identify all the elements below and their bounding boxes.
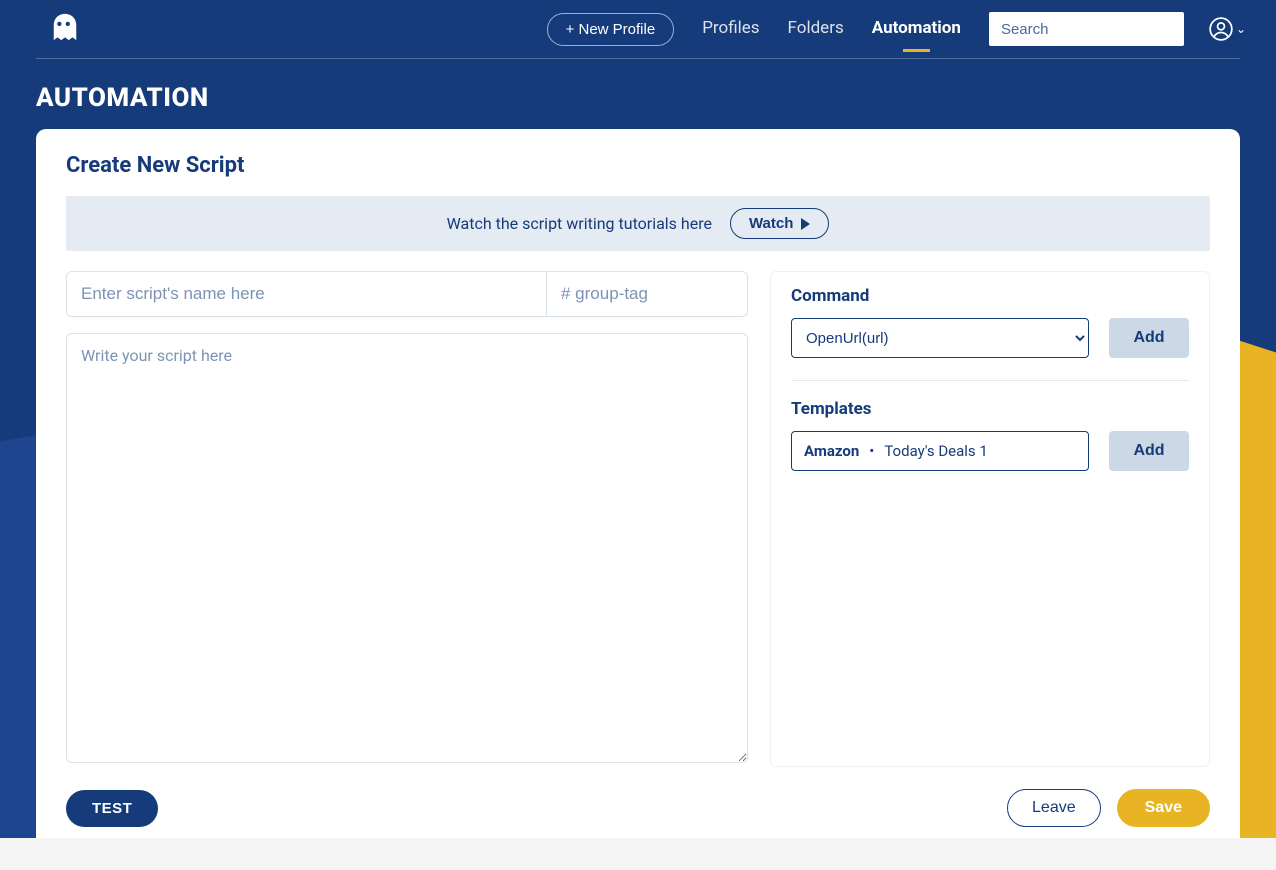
command-select[interactable]: OpenUrl(url) [791, 318, 1089, 358]
save-button[interactable]: Save [1117, 789, 1210, 827]
ghost-logo-icon [50, 12, 80, 46]
play-icon [801, 218, 810, 230]
create-script-card: Create New Script Watch the script writi… [36, 129, 1240, 838]
bullet-icon: • [869, 442, 874, 460]
command-section-label: Command [791, 286, 1189, 306]
nav-automation[interactable]: Automation [872, 18, 961, 40]
templates-section-label: Templates [791, 399, 1189, 419]
command-add-button[interactable]: Add [1109, 318, 1189, 358]
tutorial-text: Watch the script writing tutorials here [447, 214, 712, 233]
search-input[interactable] [989, 12, 1184, 46]
template-add-button[interactable]: Add [1109, 431, 1189, 471]
watch-button-label: Watch [749, 215, 793, 232]
group-tag-input[interactable] [547, 272, 747, 316]
chevron-down-icon: ⌄ [1236, 22, 1246, 36]
page-title: AUTOMATION [36, 83, 1240, 113]
test-button[interactable]: TEST [66, 790, 158, 827]
card-title: Create New Script [66, 153, 1210, 178]
template-select[interactable]: Amazon • Today's Deals 1 [791, 431, 1089, 471]
template-site: Amazon [804, 442, 859, 460]
account-menu[interactable]: ⌄ [1208, 16, 1246, 42]
template-name: Today's Deals 1 [884, 442, 988, 460]
script-name-input[interactable] [67, 272, 547, 316]
leave-button[interactable]: Leave [1007, 789, 1101, 827]
script-body-textarea[interactable] [66, 333, 748, 763]
watch-button[interactable]: Watch [730, 208, 829, 239]
header-divider [36, 58, 1240, 59]
tutorial-banner: Watch the script writing tutorials here … [66, 196, 1210, 251]
new-profile-button[interactable]: + New Profile [547, 13, 675, 46]
nav-folders[interactable]: Folders [788, 18, 844, 40]
user-circle-icon [1208, 16, 1234, 42]
nav-profiles[interactable]: Profiles [702, 18, 759, 40]
